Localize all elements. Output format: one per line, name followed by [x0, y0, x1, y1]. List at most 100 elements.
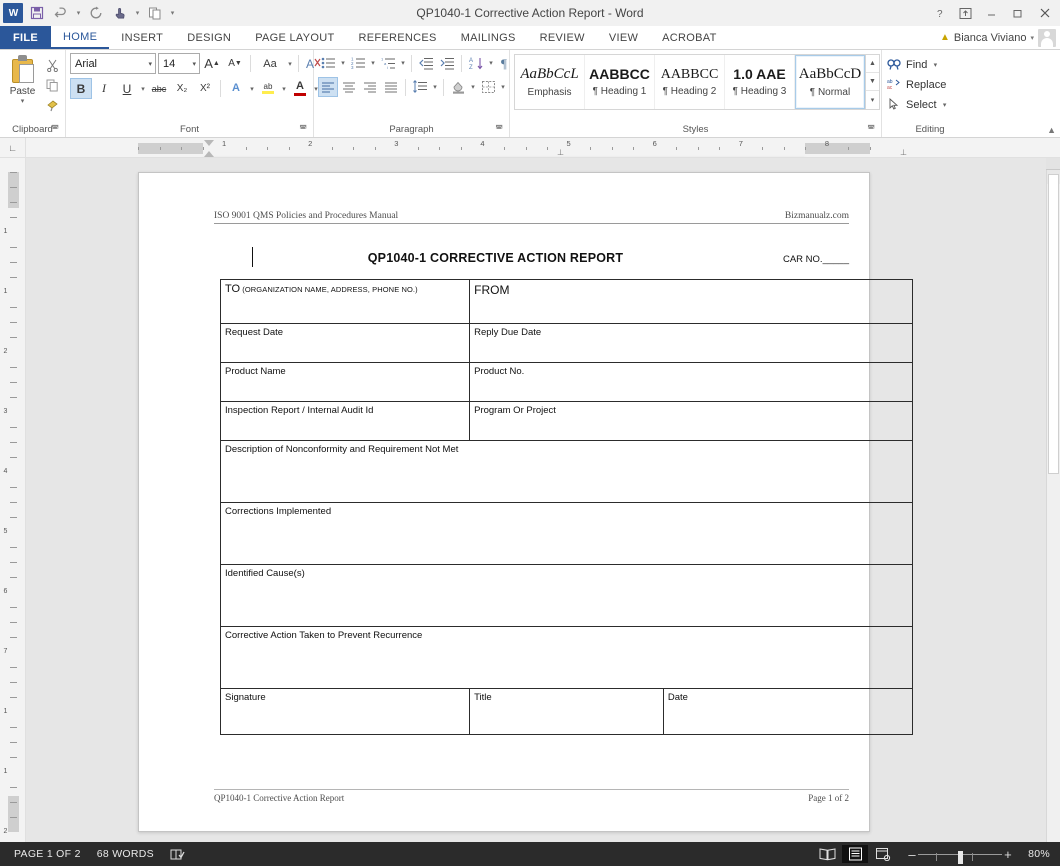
styles-scrollbar[interactable]: ▲ ▼ ▾: [865, 55, 879, 109]
replace-button[interactable]: abac Replace: [886, 75, 946, 95]
format-painter-icon[interactable]: [43, 97, 61, 114]
form-cell-label[interactable]: Request Date: [221, 324, 470, 363]
minimize-button[interactable]: [978, 0, 1004, 26]
document-header[interactable]: ISO 9001 QMS Policies and Procedures Man…: [214, 211, 849, 224]
styles-more-icon[interactable]: ▾: [866, 91, 879, 109]
undo-icon[interactable]: [50, 2, 72, 24]
form-cell-section[interactable]: Description of Nonconformity and Require…: [221, 441, 913, 503]
paragraph-dialog-launcher[interactable]: ◚: [495, 121, 503, 136]
quick-access-more-icon[interactable]: ▾: [168, 9, 177, 17]
multilevel-dropdown-icon[interactable]: ▾: [399, 59, 407, 67]
split-window-handle[interactable]: [1046, 158, 1060, 170]
customize-quick-access-icon[interactable]: [144, 2, 166, 24]
copy-icon[interactable]: [43, 77, 61, 94]
proofing-errors-icon[interactable]: [162, 848, 193, 861]
table-row[interactable]: Corrections Implemented: [221, 503, 913, 565]
justify-button[interactable]: [381, 77, 401, 97]
document-page[interactable]: ISO 9001 QMS Policies and Procedures Man…: [138, 172, 870, 832]
redo-icon[interactable]: [85, 2, 107, 24]
bold-button[interactable]: B: [70, 78, 92, 99]
font-name-combo[interactable]: Arial ▾: [70, 53, 156, 74]
tab-mailings[interactable]: MAILINGS: [449, 26, 528, 49]
styles-gallery[interactable]: AaBbCcL Emphasis AABBCC ¶ Heading 1 AABB…: [514, 54, 880, 110]
change-case-dropdown-icon[interactable]: ▾: [286, 60, 294, 68]
tab-view[interactable]: VIEW: [597, 26, 650, 49]
tab-stop-marker[interactable]: ⊥: [900, 149, 907, 157]
style-emphasis[interactable]: AaBbCcL Emphasis: [515, 55, 585, 109]
zoom-slider[interactable]: – +: [906, 848, 1014, 861]
font-color-icon[interactable]: A: [289, 78, 311, 99]
tab-references[interactable]: REFERENCES: [347, 26, 449, 49]
find-dropdown-icon[interactable]: ▾: [931, 61, 939, 69]
text-effects-dropdown-icon[interactable]: ▾: [248, 85, 256, 93]
account-dropdown-icon[interactable]: ▾: [1030, 34, 1034, 42]
table-row[interactable]: Product NameProduct No.: [221, 363, 913, 402]
tab-insert[interactable]: INSERT: [109, 26, 175, 49]
shading-icon[interactable]: [448, 77, 468, 97]
cut-icon[interactable]: [43, 57, 61, 74]
form-cell-section[interactable]: Corrective Action Taken to Prevent Recur…: [221, 627, 913, 689]
zoom-in-button[interactable]: +: [1002, 848, 1014, 861]
form-cell-label[interactable]: Inspection Report / Internal Audit Id: [221, 402, 470, 441]
touch-mode-icon[interactable]: [109, 2, 131, 24]
paste-button[interactable]: Paste ▾: [4, 53, 41, 105]
subscript-button[interactable]: X₂: [171, 78, 193, 99]
undo-dropdown-icon[interactable]: ▾: [74, 9, 83, 17]
zoom-out-button[interactable]: –: [906, 848, 918, 861]
form-cell-label[interactable]: Product Name: [221, 363, 470, 402]
vertical-ruler[interactable]: ∟ 11234567112: [0, 138, 26, 842]
find-button[interactable]: Find ▾: [886, 55, 939, 75]
font-size-combo[interactable]: 14 ▾: [158, 53, 200, 74]
shading-dropdown-icon[interactable]: ▾: [469, 83, 477, 91]
font-size-dropdown-icon[interactable]: ▾: [192, 60, 196, 68]
account-area[interactable]: ▲ Bianca Viviano ▾: [940, 26, 1060, 49]
touch-mode-dropdown-icon[interactable]: ▾: [133, 9, 142, 17]
styles-scroll-down-icon[interactable]: ▼: [866, 73, 879, 91]
shrink-font-icon[interactable]: A▼: [224, 53, 246, 74]
strikethrough-button[interactable]: abc: [148, 78, 170, 99]
table-row[interactable]: Corrective Action Taken to Prevent Recur…: [221, 627, 913, 689]
align-center-button[interactable]: [339, 77, 359, 97]
account-name[interactable]: Bianca Viviano: [954, 32, 1027, 44]
table-row[interactable]: Request DateReply Due Date: [221, 324, 913, 363]
form-cell-label[interactable]: FROM: [470, 280, 913, 324]
italic-button[interactable]: I: [93, 78, 115, 99]
save-icon[interactable]: [26, 2, 48, 24]
tab-review[interactable]: REVIEW: [528, 26, 597, 49]
table-row[interactable]: Description of Nonconformity and Require…: [221, 441, 913, 503]
styles-dialog-launcher[interactable]: ◚: [867, 121, 875, 136]
form-cell-label[interactable]: Signature: [221, 689, 470, 735]
text-effects-icon[interactable]: A: [225, 78, 247, 99]
scrollbar-thumb[interactable]: [1048, 174, 1059, 474]
font-name-dropdown-icon[interactable]: ▾: [148, 60, 152, 68]
page-indicator[interactable]: PAGE 1 OF 2: [6, 848, 89, 860]
tab-stop-selector[interactable]: ∟: [0, 138, 25, 158]
bullets-icon[interactable]: [318, 53, 338, 73]
zoom-level[interactable]: 80%: [1024, 848, 1054, 860]
document-footer[interactable]: QP1040-1 Corrective Action Report Page 1…: [214, 789, 849, 803]
sort-dropdown-icon[interactable]: ▾: [487, 59, 495, 67]
text-highlight-icon[interactable]: ab: [257, 78, 279, 99]
borders-icon[interactable]: [478, 77, 498, 97]
ribbon-display-options-icon[interactable]: [952, 0, 978, 26]
underline-dropdown-icon[interactable]: ▾: [139, 85, 147, 93]
style-heading-3[interactable]: 1.0 AAE ¶ Heading 3: [725, 55, 795, 109]
word-count[interactable]: 68 WORDS: [89, 848, 162, 860]
collapse-ribbon-icon[interactable]: ▲: [1047, 125, 1056, 135]
underline-button[interactable]: U: [116, 78, 138, 99]
ribbon-tab-bar[interactable]: FILE HOME INSERT DESIGN PAGE LAYOUT REFE…: [0, 26, 1060, 50]
numbering-dropdown-icon[interactable]: ▾: [369, 59, 377, 67]
tab-file[interactable]: FILE: [0, 26, 51, 49]
window-controls[interactable]: ?: [926, 0, 1060, 26]
superscript-button[interactable]: X²: [194, 78, 216, 99]
close-button[interactable]: [1030, 0, 1060, 26]
form-cell-label[interactable]: Program Or Project: [470, 402, 913, 441]
tab-stop-marker[interactable]: ⊥: [557, 149, 564, 157]
align-left-button[interactable]: [318, 77, 338, 97]
line-spacing-dropdown-icon[interactable]: ▾: [431, 83, 439, 91]
tab-page-layout[interactable]: PAGE LAYOUT: [243, 26, 346, 49]
tab-design[interactable]: DESIGN: [175, 26, 243, 49]
horizontal-ruler[interactable]: ⊥ ⊥ 12345678: [26, 138, 1060, 158]
style-heading-1[interactable]: AABBCC ¶ Heading 1: [585, 55, 655, 109]
change-case-icon[interactable]: Aa: [255, 53, 285, 74]
